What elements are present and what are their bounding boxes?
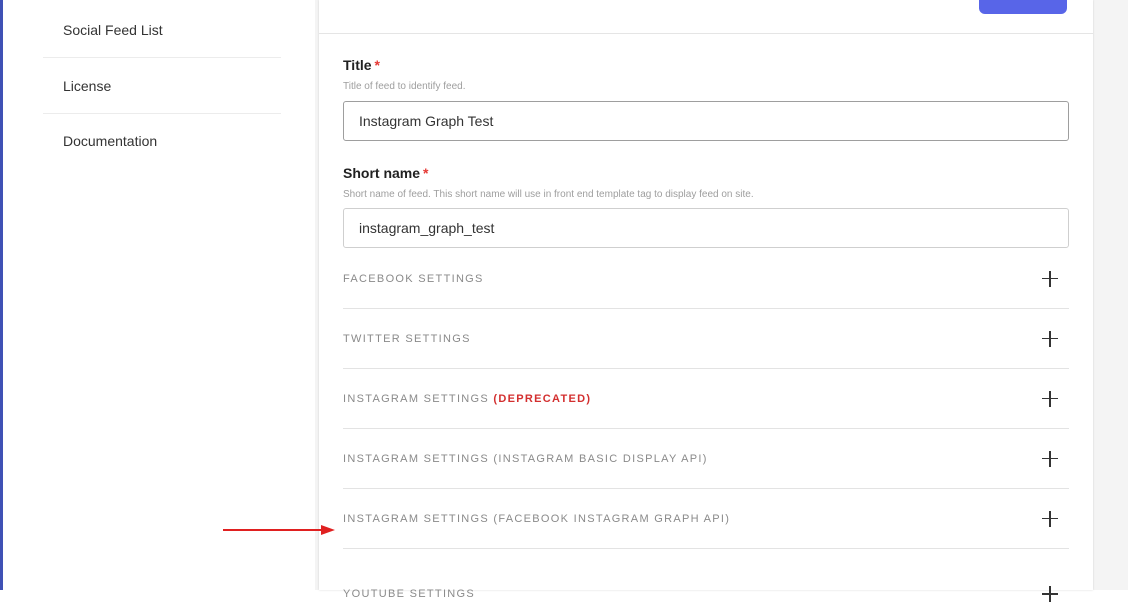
- title-label-text: Title: [343, 57, 372, 73]
- sidebar-item-license[interactable]: License: [43, 58, 281, 114]
- sidebar-item-label: License: [63, 77, 112, 94]
- required-mark: *: [423, 165, 429, 181]
- short-name-input[interactable]: [343, 208, 1069, 248]
- short-name-help: Short name of feed. This short name will…: [343, 189, 754, 200]
- title-label: Title *: [343, 57, 380, 73]
- section-title-text: INSTAGRAM SETTINGS: [343, 392, 490, 405]
- sidebar-item-label: Documentation: [63, 133, 158, 149]
- red-arrow-annotation: [223, 525, 335, 535]
- deprecated-badge: (DEPRECATED): [493, 392, 592, 405]
- plus-icon[interactable]: [1039, 328, 1061, 350]
- sidebar: Social Feed List License Documentation: [3, 0, 315, 590]
- section-instagram-settings-deprecated[interactable]: INSTAGRAM SETTINGS (DEPRECATED): [343, 369, 1069, 429]
- section-title: INSTAGRAM SETTINGS (DEPRECATED): [343, 393, 591, 405]
- required-mark: *: [374, 57, 380, 73]
- section-instagram-graph-api[interactable]: INSTAGRAM SETTINGS (FACEBOOK INSTAGRAM G…: [343, 489, 1069, 549]
- short-name-label-text: Short name: [343, 165, 421, 181]
- plus-icon[interactable]: [1039, 268, 1061, 290]
- section-title: TWITTER SETTINGS: [343, 332, 471, 345]
- title-help: Title of feed to identify feed.: [343, 81, 466, 92]
- plus-icon[interactable]: [1039, 583, 1061, 605]
- card-header-strip: [319, 0, 1093, 34]
- plus-icon[interactable]: [1039, 448, 1061, 470]
- section-instagram-basic-display-api[interactable]: INSTAGRAM SETTINGS (INSTAGRAM BASIC DISP…: [343, 429, 1069, 489]
- plus-icon[interactable]: [1039, 508, 1061, 530]
- section-youtube-settings[interactable]: YOUTUBE SETTINGS: [343, 549, 1069, 609]
- section-title: INSTAGRAM SETTINGS (INSTAGRAM BASIC DISP…: [343, 452, 708, 465]
- title-input[interactable]: [343, 101, 1069, 141]
- section-twitter-settings[interactable]: TWITTER SETTINGS: [343, 309, 1069, 369]
- section-title: FACEBOOK SETTINGS: [343, 272, 484, 285]
- sidebar-item-label: Social Feed List: [63, 21, 163, 38]
- section-title: INSTAGRAM SETTINGS (FACEBOOK INSTAGRAM G…: [343, 512, 731, 525]
- feed-edit-card: Title* Title of feed to identify feed. S…: [319, 0, 1093, 602]
- sidebar-item-documentation[interactable]: Documentation: [43, 113, 281, 169]
- save-button[interactable]: [979, 0, 1067, 14]
- short-name-label: Short name *: [343, 165, 428, 181]
- plus-icon[interactable]: [1039, 388, 1061, 410]
- sidebar-item-social-feed-list[interactable]: Social Feed List: [43, 2, 281, 58]
- arrow-head: [321, 525, 335, 535]
- section-facebook-settings[interactable]: FACEBOOK SETTINGS: [343, 249, 1069, 309]
